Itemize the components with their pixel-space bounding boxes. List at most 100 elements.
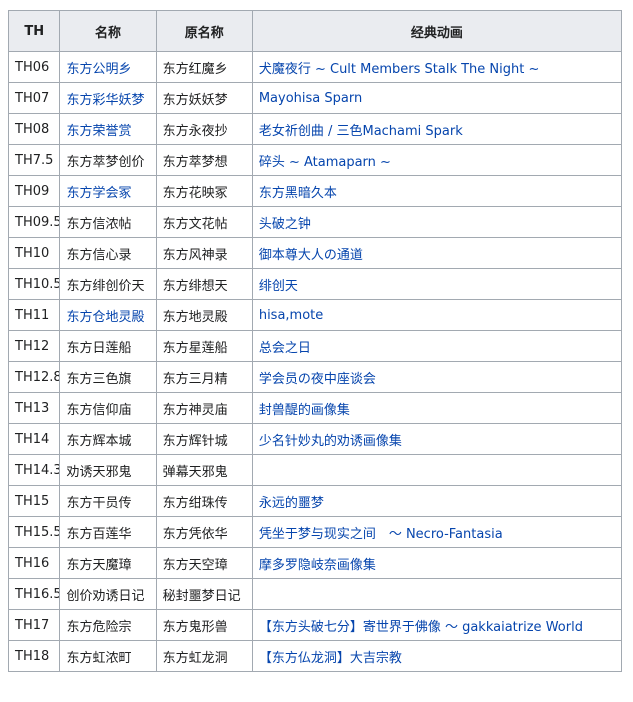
table-row: TH13 东方信仰庙 东方神灵庙 封兽醍的画像集: [7, 392, 623, 424]
cell-original-name: 东方花映冢: [155, 175, 253, 207]
table-body: TH06 东方公明乡 东方红魔乡 犬魔夜行 ~ Cult Members Stalk …: [7, 51, 623, 672]
cell-name: 东方干员传: [59, 485, 157, 517]
table-row: TH11 东方仓地灵殿 东方地灵殿 hisa,mote: [7, 299, 623, 331]
cell-classic-animation: [251, 454, 623, 486]
table-row: TH14.3 劝诱天邪鬼 弹幕天邪鬼: [7, 454, 623, 486]
table-row: TH17 东方危险宗 东方鬼形兽 【东方头破七分】寄世界于佛像 ～ gakkaiatr…: [7, 609, 623, 641]
table-row: TH16 东方天魔璋 东方天空璋 摩多罗隐岐奈画像集: [7, 547, 623, 579]
table-row: TH09.5 东方信浓帖 东方文花帖 头破之钟: [7, 206, 623, 238]
cell-th: TH08: [7, 113, 61, 145]
table-row: TH06 东方公明乡 东方红魔乡 犬魔夜行 ~ Cult Members Stalk …: [7, 51, 623, 83]
cell-original-name: 东方文花帖: [155, 206, 253, 238]
header-name: 名称: [59, 10, 157, 52]
cell-th: TH13: [7, 392, 61, 424]
table-row: TH16.5 创价劝诱日记 秘封噩梦日记: [7, 578, 623, 610]
table-row: TH12 东方日莲船 东方星莲船 总会之日: [7, 330, 623, 362]
cell-original-name: 东方星莲船: [155, 330, 253, 362]
table-wrapper: TH 名称 原名称 经典动画 TH06 东方公明乡 东方红魔乡 犬魔夜行 ~ Cult…: [7, 10, 623, 672]
cell-name: 东方辉本城: [59, 423, 157, 455]
cell-th: TH12.8: [7, 361, 61, 393]
game-table: TH 名称 原名称 经典动画 TH06 东方公明乡 东方红魔乡 犬魔夜行 ~ Cult…: [7, 10, 623, 672]
cell-name: 东方日莲船: [59, 330, 157, 362]
cell-classic-animation-link[interactable]: 头破之钟: [251, 206, 623, 238]
cell-th: TH07: [7, 82, 61, 114]
cell-original-name: 东方地灵殿: [155, 299, 253, 331]
cell-name-link[interactable]: 东方荣誉赏: [59, 113, 157, 145]
cell-classic-animation-link[interactable]: hisa,mote: [251, 299, 623, 331]
cell-original-name: 秘封噩梦日记: [155, 578, 253, 610]
table-row: TH15.5 东方百莲华 东方凭依华 凭坐于梦与现实之间 ～ Necro-Fantas…: [7, 516, 623, 548]
cell-th: TH7.5: [7, 144, 61, 176]
cell-th: TH09: [7, 175, 61, 207]
cell-classic-animation-link[interactable]: 老女祈创曲 / 三色Machami Spark: [251, 113, 623, 145]
cell-name-link[interactable]: 东方学会冢: [59, 175, 157, 207]
cell-th: TH14.3: [7, 454, 61, 486]
cell-th: TH11: [7, 299, 61, 331]
cell-name: 创价劝诱日记: [59, 578, 157, 610]
cell-th: TH16.5: [7, 578, 61, 610]
header-original-name: 原名称: [155, 10, 253, 52]
cell-th: TH09.5: [7, 206, 61, 238]
cell-original-name: 东方虹龙洞: [155, 640, 253, 672]
cell-name-link[interactable]: 东方仓地灵殿: [59, 299, 157, 331]
table-row: TH07 东方彩华妖梦 东方妖妖梦 Mayohisa Sparn: [7, 82, 623, 114]
cell-classic-animation-link[interactable]: 【东方头破七分】寄世界于佛像 ～ gakkaiatrize World: [251, 609, 623, 641]
cell-original-name: 弹幕天邪鬼: [155, 454, 253, 486]
cell-original-name: 东方三月精: [155, 361, 253, 393]
cell-name: 东方危险宗: [59, 609, 157, 641]
table-row: TH12.8 东方三色旗 东方三月精 学会员の夜中座谈会: [7, 361, 623, 393]
header-classic-animation: 经典动画: [251, 10, 623, 52]
table-row: TH18 东方虹浓町 东方虹龙洞 【东方仏龙洞】大吉宗教: [7, 640, 623, 672]
cell-name: 东方信仰庙: [59, 392, 157, 424]
cell-classic-animation-link[interactable]: 学会员の夜中座谈会: [251, 361, 623, 393]
cell-classic-animation-link[interactable]: 封兽醍的画像集: [251, 392, 623, 424]
cell-name: 东方虹浓町: [59, 640, 157, 672]
cell-original-name: 东方天空璋: [155, 547, 253, 579]
cell-name: 东方百莲华: [59, 516, 157, 548]
cell-original-name: 东方凭依华: [155, 516, 253, 548]
table-row: TH7.5 东方萃梦创价 东方萃梦想 碎头 ~ Atamaparn ~: [7, 144, 623, 176]
cell-name: 东方萃梦创价: [59, 144, 157, 176]
header-th: TH: [7, 10, 61, 52]
cell-classic-animation-link[interactable]: 绯创天: [251, 268, 623, 300]
table-header-row: TH 名称 原名称 经典动画: [7, 10, 623, 52]
cell-original-name: 东方萃梦想: [155, 144, 253, 176]
cell-classic-animation-link[interactable]: 永远的噩梦: [251, 485, 623, 517]
cell-classic-animation-link[interactable]: 总会之日: [251, 330, 623, 362]
cell-classic-animation-link[interactable]: Mayohisa Sparn: [251, 82, 623, 114]
cell-classic-animation-link[interactable]: 御本尊大人の通道: [251, 237, 623, 269]
cell-th: TH14: [7, 423, 61, 455]
cell-th: TH15.5: [7, 516, 61, 548]
cell-th: TH17: [7, 609, 61, 641]
cell-original-name: 东方神灵庙: [155, 392, 253, 424]
cell-classic-animation-link[interactable]: 东方黑暗久本: [251, 175, 623, 207]
cell-th: TH06: [7, 51, 61, 83]
cell-classic-animation-link[interactable]: 【东方仏龙洞】大吉宗教: [251, 640, 623, 672]
table-row: TH08 东方荣誉赏 东方永夜抄 老女祈创曲 / 三色Machami Spark: [7, 113, 623, 145]
cell-th: TH15: [7, 485, 61, 517]
table-row: TH15 东方干员传 东方绀珠传 永远的噩梦: [7, 485, 623, 517]
table-row: TH14 东方辉本城 东方辉针城 少名针妙丸的劝诱画像集: [7, 423, 623, 455]
cell-original-name: 东方辉针城: [155, 423, 253, 455]
cell-classic-animation-link[interactable]: 少名针妙丸的劝诱画像集: [251, 423, 623, 455]
cell-name: 东方绯创价天: [59, 268, 157, 300]
cell-name-link[interactable]: 东方彩华妖梦: [59, 82, 157, 114]
cell-original-name: 东方鬼形兽: [155, 609, 253, 641]
cell-th: TH10.5: [7, 268, 61, 300]
cell-classic-animation: [251, 578, 623, 610]
table-row: TH10 东方信心录 东方风神录 御本尊大人の通道: [7, 237, 623, 269]
cell-classic-animation-link[interactable]: 摩多罗隐岐奈画像集: [251, 547, 623, 579]
cell-original-name: 东方风神录: [155, 237, 253, 269]
cell-classic-animation-link[interactable]: 凭坐于梦与现实之间 ～ Necro-Fantasia: [251, 516, 623, 548]
cell-classic-animation-link[interactable]: 犬魔夜行 ~ Cult Members Stalk The Night ~: [251, 51, 623, 83]
cell-name: 东方信浓帖: [59, 206, 157, 238]
cell-th: TH18: [7, 640, 61, 672]
cell-th: TH16: [7, 547, 61, 579]
cell-name: 东方三色旗: [59, 361, 157, 393]
cell-th: TH12: [7, 330, 61, 362]
cell-name-link[interactable]: 东方公明乡: [59, 51, 157, 83]
cell-original-name: 东方妖妖梦: [155, 82, 253, 114]
table-row: TH09 东方学会冢 东方花映冢 东方黑暗久本: [7, 175, 623, 207]
cell-classic-animation-link[interactable]: 碎头 ~ Atamaparn ~: [251, 144, 623, 176]
table-row: TH10.5 东方绯创价天 东方绯想天 绯创天: [7, 268, 623, 300]
